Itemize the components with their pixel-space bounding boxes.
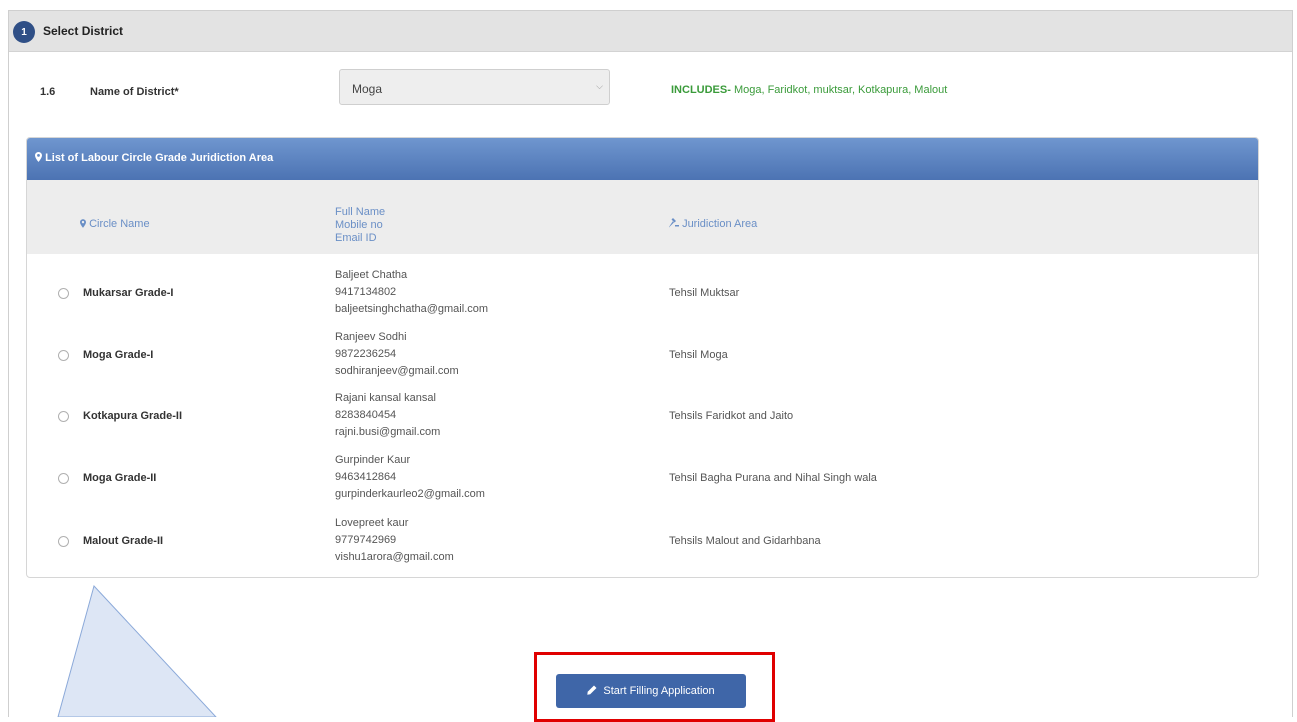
list-header: List of Labour Circle Grade Juridiction … bbox=[27, 138, 1258, 180]
column-contact: Full Name Mobile no Email ID bbox=[335, 206, 386, 244]
circle-name: Kotkapura Grade-II bbox=[83, 410, 183, 422]
circle-radio[interactable] bbox=[58, 473, 69, 484]
circle-list-panel: List of Labour Circle Grade Juridiction … bbox=[26, 137, 1259, 578]
contact-info: Gurpinder Kaur 9463412864 gurpinderkaurl… bbox=[335, 454, 485, 500]
start-filling-button[interactable]: Start Filling Application bbox=[556, 674, 746, 708]
step-title: Select District bbox=[43, 24, 124, 38]
circle-name: Mukarsar Grade-I bbox=[83, 287, 174, 299]
list-title: List of Labour Circle Grade Juridiction … bbox=[45, 152, 274, 164]
table-row[interactable]: Malout Grade-II Lovepreet kaur 977974296… bbox=[27, 508, 1258, 572]
includes-prefix: INCLUDES- bbox=[671, 84, 731, 96]
gavel-icon bbox=[669, 218, 682, 230]
includes-note: INCLUDES- Moga, Faridkot, muktsar, Kotka… bbox=[671, 84, 947, 96]
table-row[interactable]: Moga Grade-I Ranjeev Sodhi 9872236254 so… bbox=[27, 322, 1258, 386]
district-selected-value: Moga bbox=[352, 82, 383, 96]
juridiction-area: Tehsil Moga bbox=[669, 349, 728, 361]
district-select[interactable]: Moga ⌵ bbox=[339, 69, 610, 105]
step-header: 1 Select District bbox=[9, 11, 1292, 52]
step-number-badge: 1 bbox=[13, 21, 35, 43]
table-row[interactable]: Kotkapura Grade-II Rajani kansal kansal … bbox=[27, 383, 1258, 447]
start-filling-label: Start Filling Application bbox=[603, 685, 715, 697]
circle-radio[interactable] bbox=[58, 536, 69, 547]
column-juridiction-area: Juridiction Area bbox=[669, 218, 757, 231]
contact-info: Lovepreet kaur 9779742969 vishu1arora@gm… bbox=[335, 517, 454, 563]
juridiction-area: Tehsils Faridkot and Jaito bbox=[669, 410, 794, 422]
pencil-icon bbox=[587, 685, 597, 698]
circle-radio[interactable] bbox=[58, 350, 69, 361]
field-number: 1.6 bbox=[40, 86, 56, 98]
circle-radio[interactable] bbox=[58, 411, 69, 422]
map-marker-icon bbox=[80, 218, 89, 230]
juridiction-area: Tehsil Bagha Purana and Nihal Singh wala bbox=[669, 472, 877, 484]
chevron-down-icon: ⌵ bbox=[596, 81, 603, 91]
column-circle-name: Circle Name bbox=[80, 218, 150, 231]
map-marker-icon bbox=[35, 152, 45, 164]
contact-info: Baljeet Chatha 9417134802 baljeetsinghch… bbox=[335, 269, 489, 315]
district-label: Name of District* bbox=[90, 86, 179, 98]
includes-text: Moga, Faridkot, muktsar, Kotkapura, Malo… bbox=[733, 84, 948, 96]
contact-info: Rajani kansal kansal 8283840454 rajni.bu… bbox=[335, 392, 441, 438]
table-row[interactable]: Mukarsar Grade-I Baljeet Chatha 94171348… bbox=[27, 260, 1258, 324]
juridiction-area: Tehsils Malout and Gidarhbana bbox=[669, 535, 821, 547]
column-header-row: Circle Name Full Name Mobile no Email ID… bbox=[27, 180, 1258, 254]
contact-info: Ranjeev Sodhi 9872236254 sodhiranjeev@gm… bbox=[335, 331, 459, 377]
circle-radio[interactable] bbox=[58, 288, 69, 299]
table-row[interactable]: Moga Grade-II Gurpinder Kaur 9463412864 … bbox=[27, 445, 1258, 509]
juridiction-area: Tehsil Muktsar bbox=[669, 287, 740, 299]
circle-name: Moga Grade-I bbox=[83, 349, 154, 361]
circle-name: Moga Grade-II bbox=[83, 472, 157, 484]
circle-name: Malout Grade-II bbox=[83, 535, 164, 547]
